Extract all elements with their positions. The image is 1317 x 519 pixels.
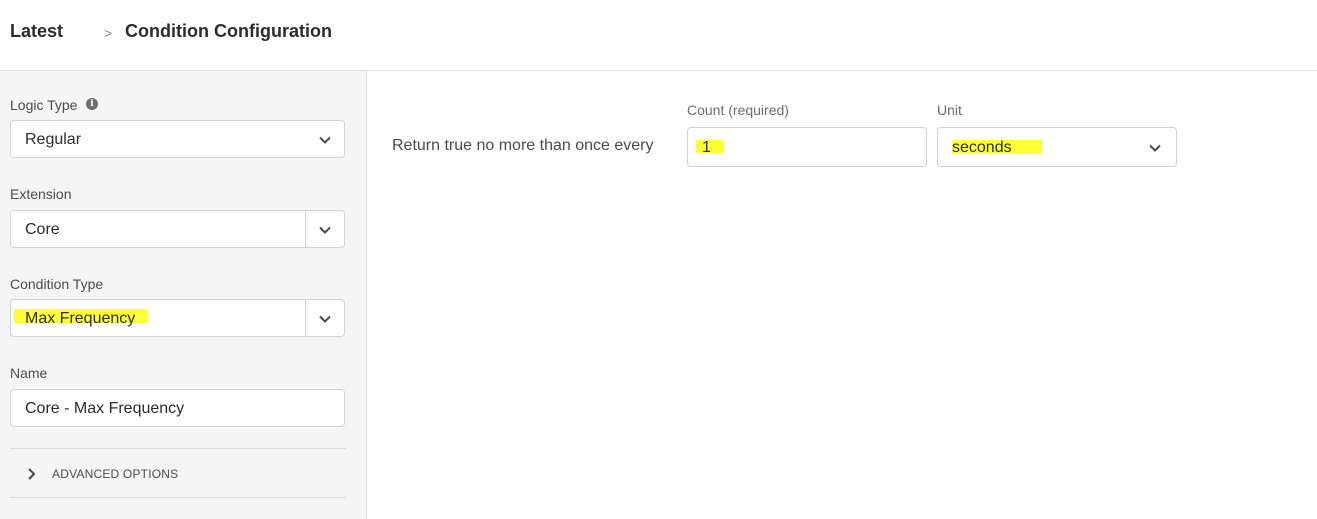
condition-sentence: Return true no more than once every bbox=[392, 137, 654, 154]
chevron-right-icon bbox=[28, 468, 36, 480]
divider bbox=[10, 448, 346, 449]
chevron-down-icon[interactable] bbox=[318, 312, 332, 326]
divider bbox=[10, 497, 346, 498]
name-input[interactable]: Core - Max Frequency bbox=[10, 389, 345, 427]
condition-type-value: Max Frequency bbox=[25, 310, 136, 327]
count-input[interactable]: 1 bbox=[687, 127, 927, 167]
count-value: 1 bbox=[702, 139, 711, 156]
info-icon[interactable]: i bbox=[86, 98, 98, 110]
sidebar: Logic Type i Regular Extension Core Cond… bbox=[0, 71, 367, 519]
chevron-right-icon: > bbox=[104, 25, 113, 41]
main-panel: Return true no more than once every Coun… bbox=[367, 71, 1317, 519]
name-label: Name bbox=[10, 365, 48, 381]
advanced-options-toggle[interactable]: ADVANCED OPTIONS bbox=[26, 464, 246, 484]
advanced-options-label: ADVANCED OPTIONS bbox=[52, 467, 179, 481]
unit-select[interactable]: seconds bbox=[937, 127, 1177, 167]
chevron-down-icon bbox=[1149, 144, 1161, 152]
unit-label: Unit bbox=[937, 102, 962, 118]
unit-value: seconds bbox=[952, 139, 1012, 156]
logic-type-select[interactable]: Regular bbox=[10, 120, 345, 158]
page-title: Condition Configuration bbox=[125, 21, 332, 41]
combobox-divider bbox=[305, 211, 306, 247]
logic-type-label: Logic Type bbox=[10, 97, 78, 113]
name-value: Core - Max Frequency bbox=[25, 400, 185, 417]
condition-type-label: Condition Type bbox=[10, 276, 104, 292]
header: Latest > Condition Configuration bbox=[0, 0, 1317, 71]
extension-value: Core bbox=[25, 221, 60, 238]
condition-type-combobox[interactable]: Max Frequency bbox=[10, 299, 345, 337]
extension-label: Extension bbox=[10, 186, 72, 202]
extension-combobox[interactable]: Core bbox=[10, 210, 345, 248]
logic-type-value: Regular bbox=[25, 131, 82, 148]
chevron-down-icon[interactable] bbox=[318, 223, 332, 237]
breadcrumb-latest[interactable]: Latest bbox=[10, 21, 63, 42]
chevron-down-icon bbox=[319, 136, 331, 144]
count-label: Count (required) bbox=[687, 102, 789, 118]
combobox-divider bbox=[305, 300, 306, 336]
